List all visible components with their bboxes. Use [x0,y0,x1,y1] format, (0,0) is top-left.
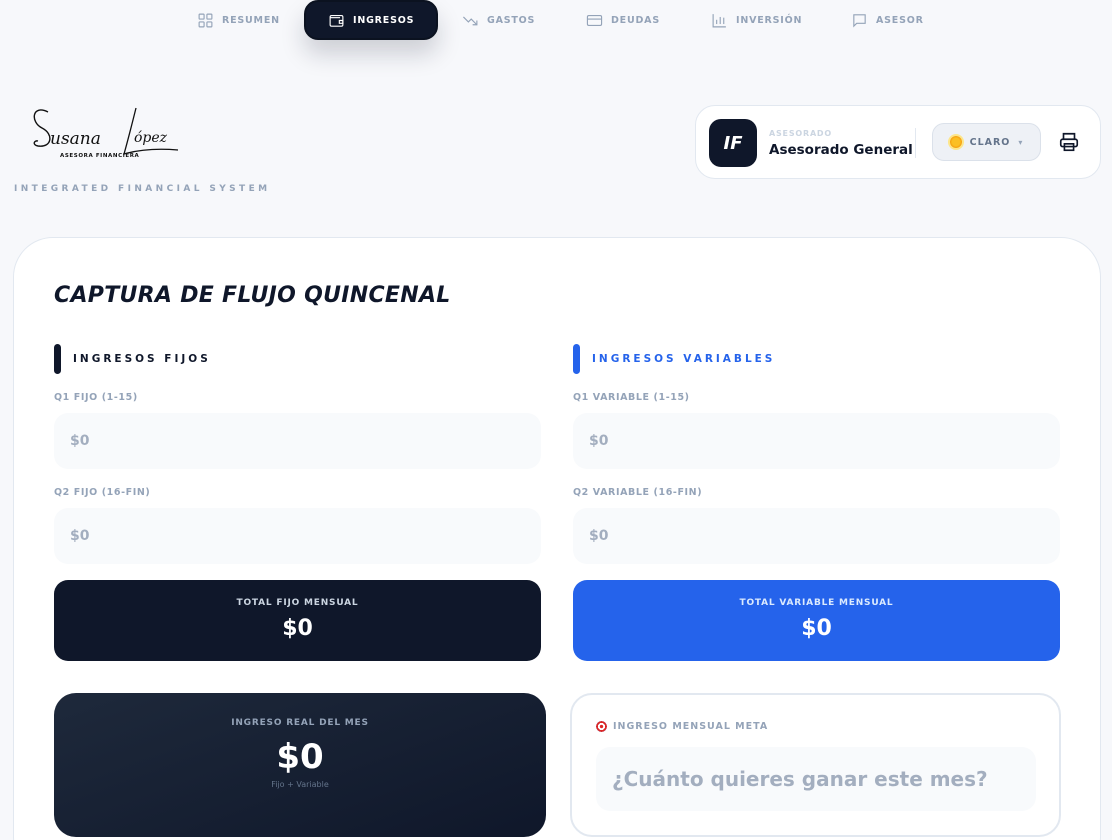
svg-text:ópez: ópez [134,130,168,146]
q2-fixed-label: Q2 FIJO (16-FIN) [54,487,151,498]
goal-income-card: INGRESO MENSUAL META [570,693,1061,837]
svg-text:usana: usana [50,129,101,149]
goal-header: INGRESO MENSUAL META [596,721,768,732]
page-title: CAPTURA DE FLUJO QUINCENAL [54,283,451,308]
total-fixed-card: TOTAL FIJO MENSUAL $0 [54,580,541,661]
tab-asesor[interactable]: ASESOR [851,0,924,40]
target-icon [596,721,607,732]
sun-icon [949,136,962,148]
printer-icon [1059,132,1079,152]
message-icon [853,13,866,28]
top-navigation: RESUMEN INGRESOS GASTOS DEUDAS INVERSIÓN… [0,0,1112,44]
section-marker [54,344,61,374]
trending-down-icon [463,16,478,25]
goal-income-input[interactable] [596,747,1036,811]
q1-fixed-label: Q1 FIJO (1-15) [54,392,138,403]
total-variable-label: TOTAL VARIABLE MENSUAL [739,598,894,608]
avatar: IF [709,119,757,167]
brand-tagline: INTEGRATED FINANCIAL SYSTEM [14,184,271,194]
tab-label: ASESOR [876,14,924,26]
total-fixed-value: $0 [282,616,313,641]
q1-variable-label: Q1 VARIABLE (1-15) [573,392,690,403]
brand-block: usana ópez ASESORA FINANCIERA INTEGRATED… [14,96,274,196]
q2-fixed-input[interactable] [54,508,541,564]
tab-resumen[interactable]: RESUMEN [197,0,280,40]
divider [915,128,916,158]
real-income-label: INGRESO REAL DEL MES [231,718,369,728]
tab-deudas[interactable]: DEUDAS [586,0,660,40]
advisee-card: IF ASESORADO Asesorado General CLARO ▾ [695,105,1101,179]
income-capture-card: CAPTURA DE FLUJO QUINCENAL INGRESOS FIJO… [13,237,1101,840]
chevron-down-icon: ▾ [1018,137,1024,147]
print-button[interactable] [1058,131,1082,155]
section-fixed-header: INGRESOS FIJOS [54,344,211,374]
total-fixed-label: TOTAL FIJO MENSUAL [236,598,359,608]
bar-chart-icon [712,13,726,27]
section-marker [573,344,580,374]
q2-variable-input[interactable] [573,508,1060,564]
credit-card-icon [586,14,603,26]
tab-label: RESUMEN [222,14,280,26]
goal-label: INGRESO MENSUAL META [613,721,769,732]
theme-toggle-button[interactable]: CLARO ▾ [932,123,1041,161]
section-label: INGRESOS VARIABLES [592,353,776,365]
signature-logo: usana ópez ASESORA FINANCIERA [33,107,179,159]
wallet-icon [329,14,344,27]
tab-label: GASTOS [487,14,536,26]
advisee-name: Asesorado General [769,142,913,158]
section-label: INGRESOS FIJOS [73,353,211,365]
q2-variable-label: Q2 VARIABLE (16-FIN) [573,487,703,498]
grid-icon [198,13,213,27]
real-income-card: INGRESO REAL DEL MES $0 Fijo + Variable [54,693,546,837]
tab-inversion[interactable]: INVERSIÓN [711,0,802,40]
tab-label: INVERSIÓN [736,14,803,26]
total-variable-card: TOTAL VARIABLE MENSUAL $0 [573,580,1060,661]
advisee-label: ASESORADO [769,129,832,138]
tab-gastos[interactable]: GASTOS [462,0,535,40]
theme-label: CLARO [969,136,1011,148]
q1-fixed-input[interactable] [54,413,541,469]
svg-text:ASESORA FINANCIERA: ASESORA FINANCIERA [60,153,140,159]
tab-label: DEUDAS [611,14,660,26]
tab-ingresos[interactable]: INGRESOS [304,0,439,40]
real-income-value: $0 [276,737,324,777]
tab-label: INGRESOS [353,14,415,26]
section-variable-header: INGRESOS VARIABLES [573,344,775,374]
real-income-subtitle: Fijo + Variable [271,780,329,789]
total-variable-value: $0 [801,616,832,641]
q1-variable-input[interactable] [573,413,1060,469]
